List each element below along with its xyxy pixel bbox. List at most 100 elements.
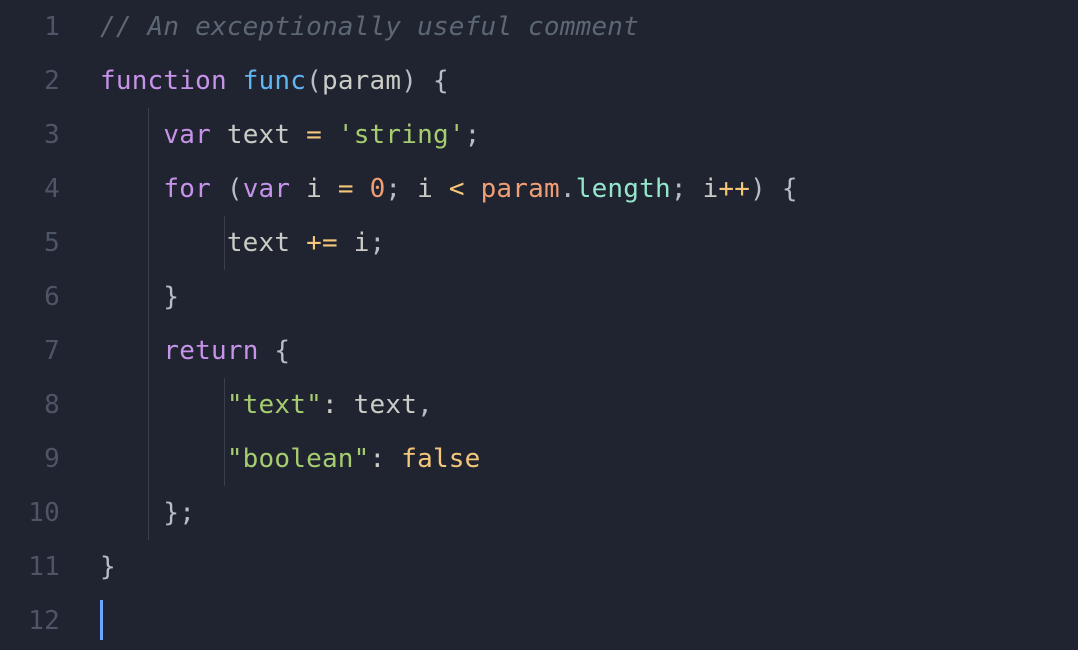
code-editor[interactable]: 123456789101112 // An exceptionally usef… — [0, 0, 1078, 650]
code-token: text — [227, 228, 290, 258]
code-line[interactable]: } — [100, 540, 1078, 594]
code-token: ; — [465, 120, 481, 150]
code-token: // An exceptionally useful comment — [100, 12, 639, 42]
indent-space — [100, 432, 227, 486]
code-line[interactable] — [100, 594, 1078, 648]
code-line[interactable]: text += i; — [100, 216, 1078, 270]
line-number: 3 — [0, 108, 60, 162]
code-token: text — [354, 390, 417, 420]
code-token: , — [417, 390, 433, 420]
indent-guide — [148, 486, 149, 540]
code-token: } — [163, 498, 179, 528]
code-token: += — [306, 228, 338, 258]
code-token — [259, 336, 275, 366]
line-number: 7 — [0, 324, 60, 378]
code-token: ( — [306, 66, 322, 96]
code-token: ; — [179, 498, 195, 528]
code-token — [227, 66, 243, 96]
text-cursor — [100, 600, 103, 640]
code-token — [354, 174, 370, 204]
code-token — [338, 228, 354, 258]
code-token: var — [163, 120, 211, 150]
code-token: func — [243, 66, 306, 96]
indent-space — [100, 270, 163, 324]
code-line[interactable]: function func(param) { — [100, 54, 1078, 108]
code-token: length — [576, 174, 671, 204]
code-line[interactable]: "boolean": false — [100, 432, 1078, 486]
code-token: ( — [227, 174, 243, 204]
code-token — [465, 174, 481, 204]
code-token: ; — [370, 228, 386, 258]
indent-guide — [224, 216, 225, 270]
code-token: ) — [750, 174, 766, 204]
code-line[interactable]: for (var i = 0; i < param.length; i++) { — [100, 162, 1078, 216]
code-token — [385, 444, 401, 474]
indent-guide — [148, 432, 149, 486]
code-token — [322, 174, 338, 204]
code-token: function — [100, 66, 227, 96]
code-token: : — [322, 390, 338, 420]
code-line[interactable]: var text = 'string'; — [100, 108, 1078, 162]
line-number: 5 — [0, 216, 60, 270]
code-token — [290, 174, 306, 204]
code-area[interactable]: // An exceptionally useful comment functi… — [88, 0, 1078, 650]
line-number: 4 — [0, 162, 60, 216]
line-number: 8 — [0, 378, 60, 432]
code-token: var — [243, 174, 291, 204]
code-token: { — [782, 174, 798, 204]
code-token — [211, 120, 227, 150]
indent-guide — [148, 162, 149, 216]
line-number: 11 — [0, 540, 60, 594]
code-line[interactable]: }; — [100, 486, 1078, 540]
code-token: } — [100, 552, 116, 582]
code-token — [687, 174, 703, 204]
code-token — [766, 174, 782, 204]
code-token: = — [338, 174, 354, 204]
code-token — [290, 228, 306, 258]
code-line[interactable]: "text": text, — [100, 378, 1078, 432]
line-number: 2 — [0, 54, 60, 108]
indent-guide — [148, 324, 149, 378]
code-token: i — [354, 228, 370, 258]
code-token: ; — [671, 174, 687, 204]
indent-guide — [148, 378, 149, 432]
code-line[interactable]: } — [100, 270, 1078, 324]
indent-space — [100, 324, 163, 378]
code-token: 'string' — [338, 120, 465, 150]
line-number-gutter: 123456789101112 — [0, 0, 88, 650]
code-token — [417, 66, 433, 96]
code-token — [322, 120, 338, 150]
code-token: "boolean" — [227, 444, 370, 474]
indent-space — [100, 162, 163, 216]
indent-guide — [148, 270, 149, 324]
code-token: ++ — [718, 174, 750, 204]
code-token — [338, 390, 354, 420]
indent-guide — [148, 216, 149, 270]
code-token: ) — [401, 66, 417, 96]
line-number: 6 — [0, 270, 60, 324]
code-token: { — [274, 336, 290, 366]
indent-space — [100, 378, 227, 432]
code-token — [290, 120, 306, 150]
indent-guide — [224, 378, 225, 432]
code-token: for — [163, 174, 211, 204]
indent-guide — [224, 432, 225, 486]
indent-guide — [148, 108, 149, 162]
code-token: param — [481, 174, 560, 204]
indent-space — [100, 108, 163, 162]
code-token: param — [322, 66, 401, 96]
code-token — [401, 174, 417, 204]
code-line[interactable]: // An exceptionally useful comment — [100, 0, 1078, 54]
code-line[interactable]: return { — [100, 324, 1078, 378]
code-token: } — [163, 282, 179, 312]
indent-space — [100, 486, 163, 540]
line-number: 10 — [0, 486, 60, 540]
line-number: 9 — [0, 432, 60, 486]
code-token: { — [433, 66, 449, 96]
code-token: : — [370, 444, 386, 474]
code-token: "text" — [227, 390, 322, 420]
code-token — [211, 174, 227, 204]
code-token: 0 — [370, 174, 386, 204]
code-token: = — [306, 120, 322, 150]
code-token: ; — [385, 174, 401, 204]
